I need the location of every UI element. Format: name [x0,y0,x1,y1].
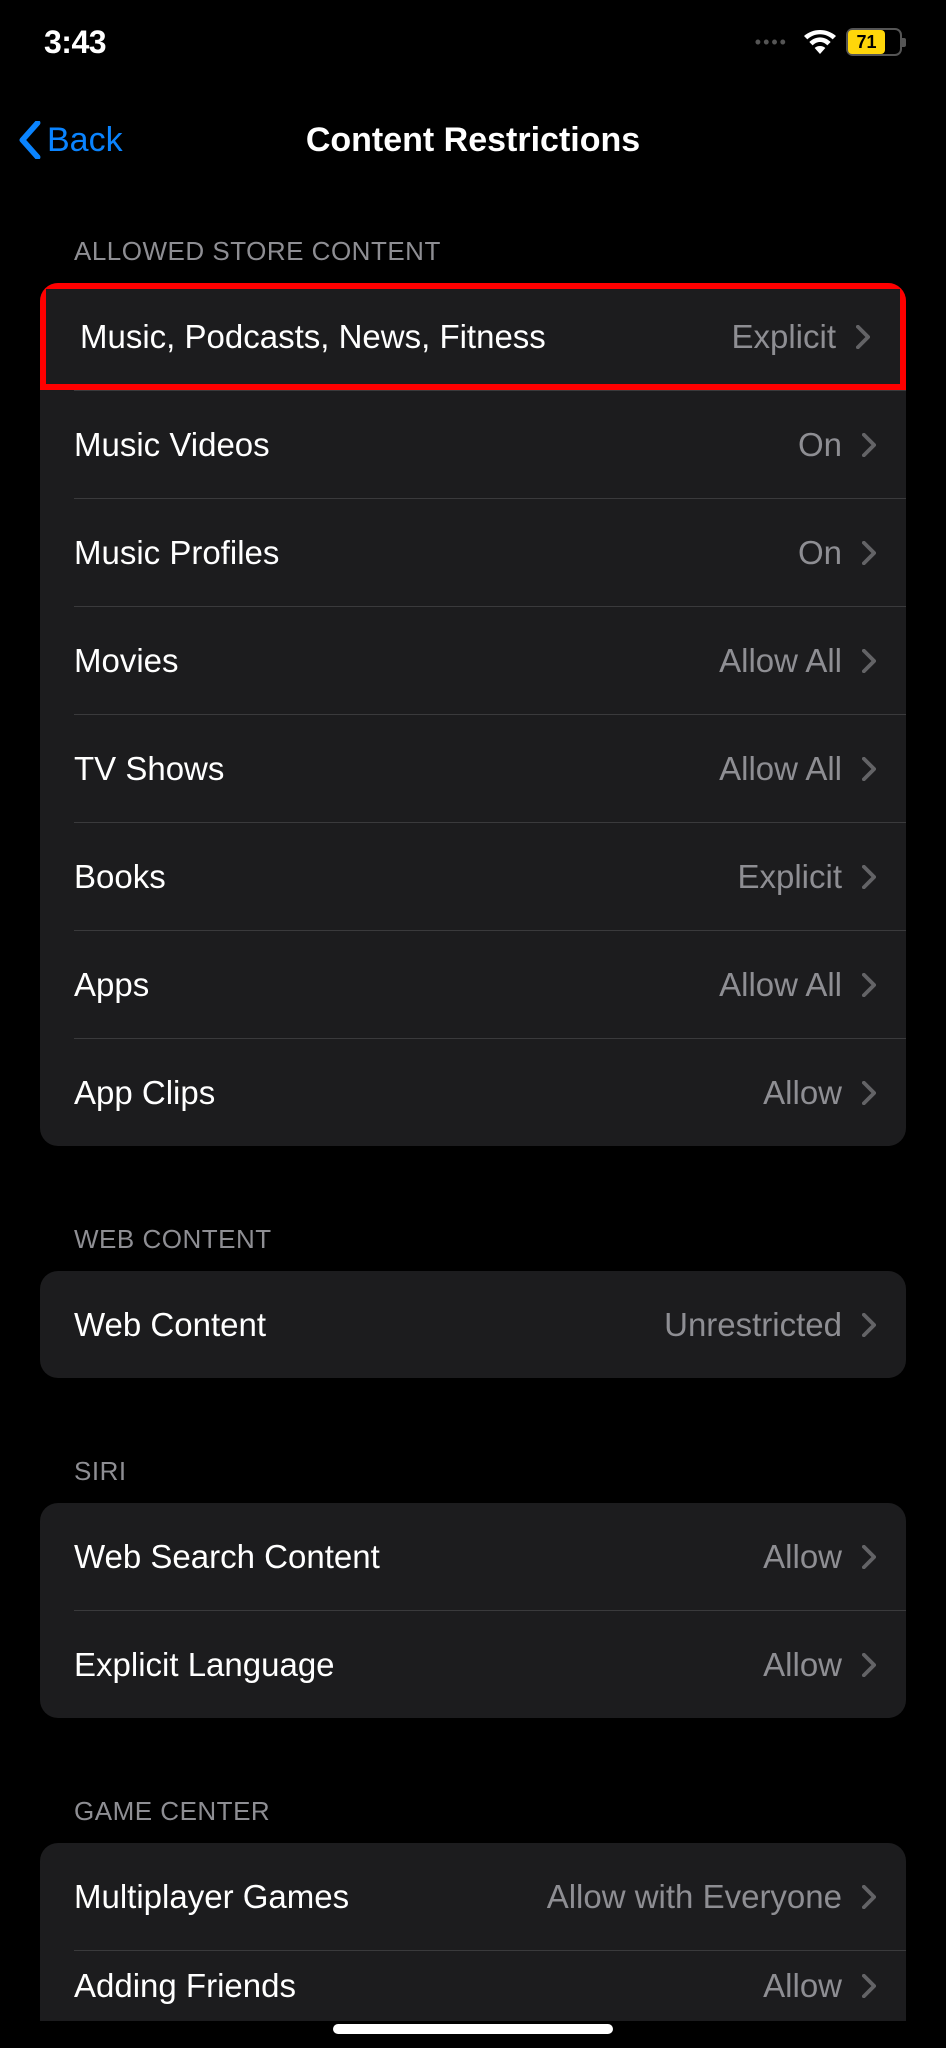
chevron-right-icon [862,1545,876,1569]
chevron-right-icon [862,865,876,889]
chevron-right-icon [862,1081,876,1105]
web-list: Web Content Unrestricted [40,1271,906,1378]
row-label: App Clips [74,1074,215,1112]
row-label: Web Content [74,1306,266,1344]
row-label: Explicit Language [74,1646,335,1684]
battery-level: 71 [848,30,885,54]
cell-dots-icon: •••• [755,32,788,53]
row-apps[interactable]: Apps Allow All [40,931,906,1038]
row-explicit-language[interactable]: Explicit Language Allow [40,1611,906,1718]
row-app-clips[interactable]: App Clips Allow [40,1039,906,1146]
row-label: Music Profiles [74,534,279,572]
row-web-search-content[interactable]: Web Search Content Allow [40,1503,906,1610]
row-value: On [798,534,842,572]
row-value: Explicit [731,318,836,356]
row-music-videos[interactable]: Music Videos On [40,391,906,498]
row-value: Unrestricted [664,1306,842,1344]
row-multiplayer-games[interactable]: Multiplayer Games Allow with Everyone [40,1843,906,1950]
status-time: 3:43 [44,24,106,61]
row-value: Allow with Everyone [547,1878,842,1916]
row-adding-friends[interactable]: Adding Friends Allow [40,1951,906,2021]
chevron-right-icon [862,1653,876,1677]
chevron-right-icon [862,1974,876,1998]
row-label: Web Search Content [74,1538,380,1576]
row-value: Allow [763,1967,842,2005]
row-value: Explicit [737,858,842,896]
row-books[interactable]: Books Explicit [40,823,906,930]
gamecenter-list: Multiplayer Games Allow with Everyone Ad… [40,1843,906,2021]
status-bar: 3:43 •••• 71 [0,0,946,70]
row-value: Allow [763,1646,842,1684]
chevron-right-icon [862,541,876,565]
chevron-right-icon [862,757,876,781]
section-header-gamecenter: Game Center [0,1796,946,1843]
row-value: On [798,426,842,464]
row-label: Adding Friends [74,1967,296,2005]
back-label: Back [47,121,123,160]
row-music-podcasts[interactable]: Music, Podcasts, News, Fitness Explicit [40,283,906,390]
chevron-right-icon [856,325,870,349]
row-web-content[interactable]: Web Content Unrestricted [40,1271,906,1378]
chevron-right-icon [862,1885,876,1909]
row-label: Apps [74,966,149,1004]
row-value: Allow All [719,642,842,680]
wifi-icon [804,30,836,54]
row-value: Allow All [719,750,842,788]
store-list: Music, Podcasts, News, Fitness Explicit … [40,283,906,1146]
row-value: Allow [763,1074,842,1112]
content: Allowed Store Content Music, Podcasts, N… [0,180,946,2021]
row-label: Books [74,858,166,896]
chevron-right-icon [862,649,876,673]
page-title: Content Restrictions [306,121,640,160]
home-indicator[interactable] [333,2024,613,2034]
row-movies[interactable]: Movies Allow All [40,607,906,714]
chevron-right-icon [862,433,876,457]
chevron-left-icon [18,121,42,159]
row-value: Allow All [719,966,842,1004]
status-icons: •••• 71 [755,28,902,56]
chevron-right-icon [862,973,876,997]
back-button[interactable]: Back [18,121,123,160]
section-header-web: Web Content [0,1224,946,1271]
row-label: Music, Podcasts, News, Fitness [80,318,546,356]
row-tv-shows[interactable]: TV Shows Allow All [40,715,906,822]
row-label: TV Shows [74,750,224,788]
section-header-siri: Siri [0,1456,946,1503]
siri-list: Web Search Content Allow Explicit Langua… [40,1503,906,1718]
chevron-right-icon [862,1313,876,1337]
row-label: Movies [74,642,179,680]
row-value: Allow [763,1538,842,1576]
row-music-profiles[interactable]: Music Profiles On [40,499,906,606]
nav-header: Back Content Restrictions [0,100,946,180]
row-label: Multiplayer Games [74,1878,349,1916]
row-label: Music Videos [74,426,270,464]
section-header-store: Allowed Store Content [0,236,946,283]
battery-icon: 71 [846,28,902,56]
